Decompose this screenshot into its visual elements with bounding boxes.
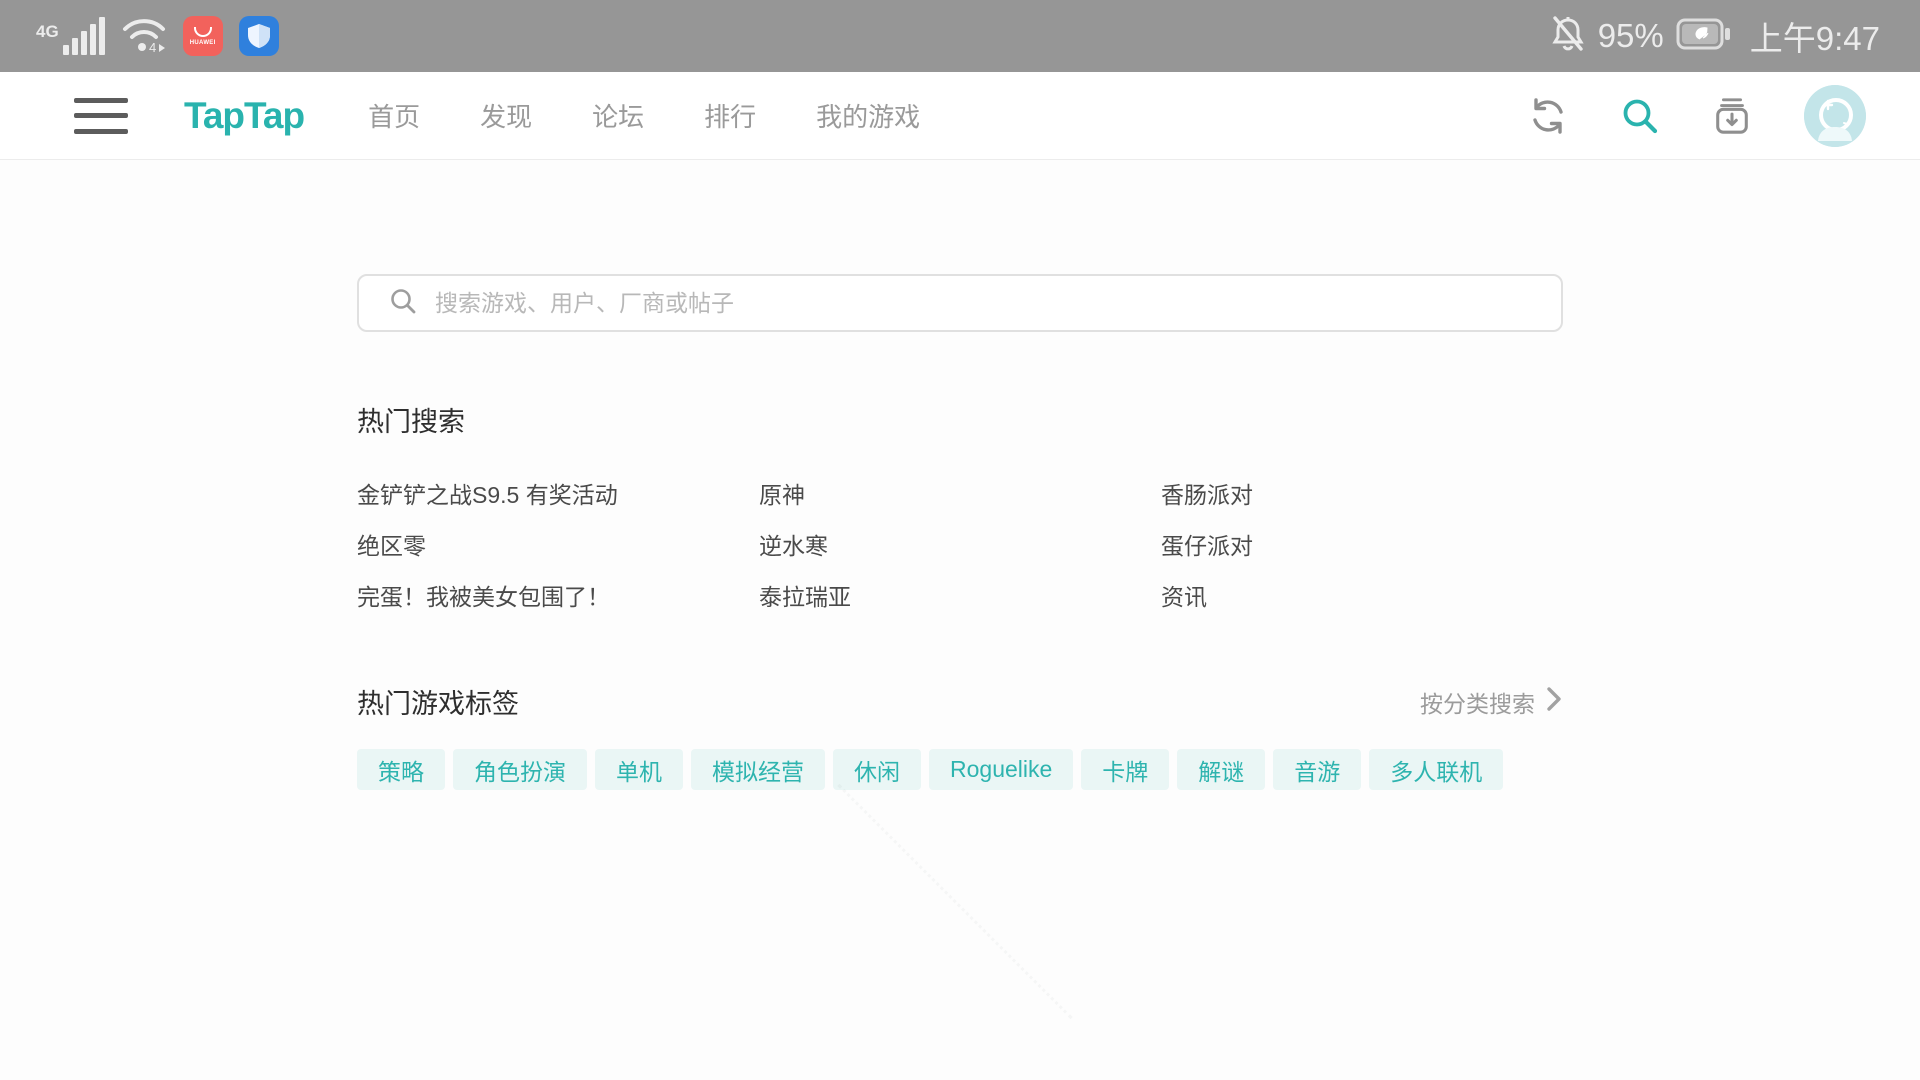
nav-actions <box>1528 85 1866 147</box>
nav-bar: TapTap 首页 发现 论坛 排行 我的游戏 <box>0 72 1920 160</box>
search-box <box>357 274 1563 332</box>
hot-search-item[interactable]: 蛋仔派对 <box>1161 527 1563 561</box>
notifications-off-icon <box>1550 15 1586 58</box>
hot-search-item[interactable]: 逆水寒 <box>759 527 1161 561</box>
game-tag-pill[interactable]: 音游 <box>1273 749 1361 790</box>
hot-search-item[interactable]: 绝区零 <box>357 527 759 561</box>
menu-icon[interactable] <box>74 98 128 134</box>
game-tag-pill[interactable]: 单机 <box>595 749 683 790</box>
game-tag-pill[interactable]: 角色扮演 <box>453 749 587 790</box>
game-tag-pill[interactable]: 卡牌 <box>1081 749 1169 790</box>
shield-icon <box>239 16 279 56</box>
faint-watermark <box>837 784 1072 1019</box>
hot-search-list: 金铲铲之战S9.5 有奖活动原神香肠派对绝区零逆水寒蛋仔派对完蛋！我被美女包围了… <box>357 467 1563 620</box>
status-bar-left: 4G 4 HUAWEI <box>36 14 279 59</box>
nav-item[interactable]: 我的游戏 <box>816 97 920 134</box>
clock-label: 上午9:47 <box>1750 12 1880 60</box>
huawei-appgallery-icon: HUAWEI <box>183 16 223 56</box>
status-bar-right: 95% 上午9:47 <box>1550 12 1880 60</box>
game-tag-pill[interactable]: 模拟经营 <box>691 749 825 790</box>
signal-strength-bars <box>63 17 105 55</box>
appgallery-label: HUAWEI <box>190 40 216 46</box>
game-tag-pill[interactable]: 多人联机 <box>1369 749 1503 790</box>
hot-search-item[interactable]: 资讯 <box>1161 578 1563 612</box>
signal-bars-icon: 4G <box>36 17 105 55</box>
search-input-icon <box>389 287 417 320</box>
appgallery-smile-shape <box>194 27 212 37</box>
game-tag-pill[interactable]: Roguelike <box>929 749 1073 790</box>
taptap-logo[interactable]: TapTap <box>184 95 304 137</box>
search-input[interactable] <box>435 290 1541 317</box>
nav-item[interactable]: 论坛 <box>592 97 644 134</box>
primary-nav: 首页 发现 论坛 排行 我的游戏 <box>368 97 920 134</box>
svg-text:4: 4 <box>149 40 156 54</box>
status-bar: 4G 4 HUAWEI <box>0 0 1920 72</box>
battery-saver-icon <box>1676 17 1732 56</box>
battery-percent-label: 95% <box>1598 17 1664 55</box>
search-page: 热门搜索 金铲铲之战S9.5 有奖活动原神香肠派对绝区零逆水寒蛋仔派对完蛋！我被… <box>357 274 1563 790</box>
network-type-label: 4G <box>36 23 59 40</box>
nav-item[interactable]: 首页 <box>368 97 420 134</box>
download-manager-icon[interactable] <box>1712 96 1752 136</box>
hot-tags-list: 策略角色扮演单机模拟经营休闲Roguelike卡牌解谜音游多人联机 <box>357 749 1563 790</box>
hot-search-title: 热门搜索 <box>357 400 1563 439</box>
avatar[interactable] <box>1804 85 1866 147</box>
screen: 4G 4 HUAWEI <box>0 0 1920 1080</box>
search-by-category-link[interactable]: 按分类搜索 <box>1420 685 1563 719</box>
nav-item[interactable]: 排行 <box>704 97 756 134</box>
hot-tags-header: 热门游戏标签 按分类搜索 <box>357 682 1563 721</box>
hot-search-item[interactable]: 金铲铲之战S9.5 有奖活动 <box>357 476 759 510</box>
game-tag-pill[interactable]: 策略 <box>357 749 445 790</box>
hot-tags-title: 热门游戏标签 <box>357 682 519 721</box>
game-tag-pill[interactable]: 休闲 <box>833 749 921 790</box>
hot-search-item[interactable]: 原神 <box>759 476 1161 510</box>
search-by-category-label: 按分类搜索 <box>1420 685 1535 719</box>
wifi-icon: 4 <box>121 14 167 59</box>
hot-search-item[interactable]: 泰拉瑞亚 <box>759 578 1161 612</box>
chevron-right-icon <box>1545 686 1563 717</box>
hot-search-item[interactable]: 完蛋！我被美女包围了！ <box>357 578 759 612</box>
refresh-icon[interactable] <box>1528 96 1568 136</box>
game-tag-pill[interactable]: 解谜 <box>1177 749 1265 790</box>
nav-item[interactable]: 发现 <box>480 97 532 134</box>
search-icon[interactable] <box>1620 96 1660 136</box>
hot-search-item[interactable]: 香肠派对 <box>1161 476 1563 510</box>
